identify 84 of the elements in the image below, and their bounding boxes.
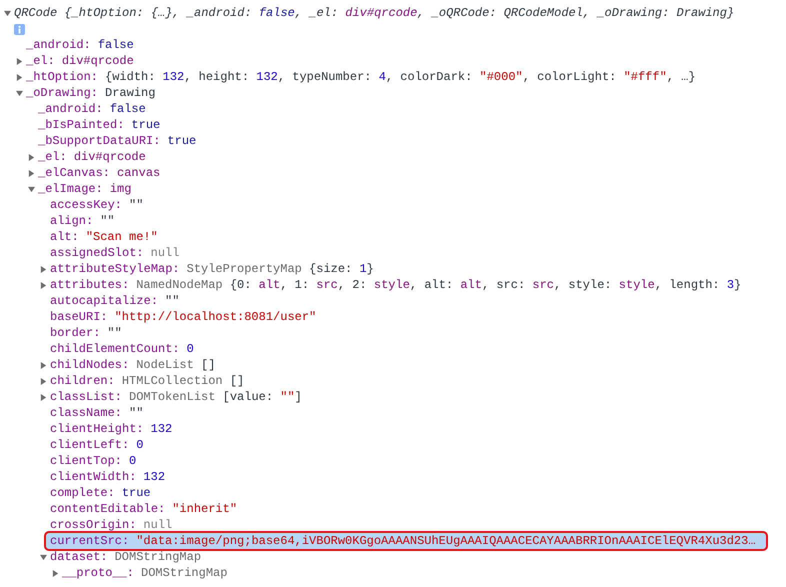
caret-icon[interactable] bbox=[40, 378, 47, 384]
property-value: HTMLCollection [] bbox=[122, 373, 244, 390]
property-value: StylePropertyMap {size: 1} bbox=[186, 261, 374, 278]
property-value: div#qrcode bbox=[62, 53, 134, 70]
property-key: attributeStyleMap: bbox=[50, 260, 180, 278]
property-value: {width: 132, height: 132, typeNumber: 4, colorDark: "#000", colorLight: "#fff", …} bbox=[105, 69, 696, 86]
caret-icon[interactable] bbox=[16, 74, 23, 80]
property-value: NodeList [] bbox=[136, 357, 216, 374]
property-value: true bbox=[122, 485, 151, 502]
property-value: QRCode {_htOption: {…}, _android: false, _el: div#qrcode, _oQRCode: QRCodeModel, _oDrawing: Drawing} bbox=[14, 5, 734, 22]
property-key: clientLeft: bbox=[50, 436, 130, 454]
caret-icon[interactable] bbox=[40, 266, 47, 272]
property-value: NamedNodeMap {0: alt, 1: src, 2: style, alt: alt, src: src, style: style, length: 3} bbox=[136, 277, 742, 294]
property-key: contentEditable: bbox=[50, 500, 166, 518]
property-key: _elCanvas: bbox=[38, 164, 110, 182]
property-value: null bbox=[143, 517, 172, 534]
property-value: true bbox=[131, 117, 160, 134]
property-value: img bbox=[110, 181, 132, 198]
property-value: "data:image/png;base64,iVBORw0KGgoAAAANSUhEUgAAAIQAAACECAYAAABRRIOnAAAICElEQVR4Xu3d23… bbox=[136, 533, 756, 550]
property-value: 0 bbox=[186, 341, 194, 358]
property-value: "inherit" bbox=[172, 501, 238, 518]
property-value: "" bbox=[129, 197, 144, 214]
property-value: "Scan me!" bbox=[86, 229, 158, 246]
caret-icon[interactable] bbox=[28, 186, 35, 192]
property-value: DOMStringMap bbox=[114, 549, 202, 566]
property-key: attributes: bbox=[50, 276, 130, 294]
property-key: align: bbox=[50, 212, 94, 230]
property-key: accessKey: bbox=[50, 196, 122, 214]
property-key: clientTop: bbox=[50, 452, 122, 470]
property-key: currentSrc: bbox=[50, 532, 130, 550]
property-value: true bbox=[167, 133, 196, 150]
property-key: clientHeight: bbox=[50, 420, 144, 438]
property-key: childNodes: bbox=[50, 356, 130, 374]
property-key: _el: bbox=[38, 148, 67, 166]
property-key: autocapitalize: bbox=[50, 292, 158, 310]
selected-row[interactable]: currentSrc: "data:image/png;base64,iVBORw0KGgoAAAANSUhEUgAAAIQAAACECAYAAABRRIOnAAAICElEQVR4Xu3d23… bbox=[44, 531, 768, 551]
property-key: alt: bbox=[50, 228, 79, 246]
property-key: _el: bbox=[26, 52, 55, 70]
property-key: _android: bbox=[26, 36, 91, 54]
property-key: dataset: bbox=[50, 548, 108, 566]
property-value: Drawing bbox=[105, 85, 156, 102]
caret-icon[interactable] bbox=[40, 282, 47, 288]
caret-icon[interactable] bbox=[16, 90, 23, 96]
property-key: _htOption: bbox=[26, 68, 98, 86]
property-value: false bbox=[98, 37, 134, 54]
property-value: div#qrcode bbox=[74, 149, 146, 166]
property-key: clientWidth: bbox=[50, 468, 136, 486]
property-key: classList: bbox=[50, 388, 122, 406]
caret-icon[interactable] bbox=[52, 570, 59, 576]
property-key: __proto__: bbox=[62, 564, 134, 582]
property-key: _android: bbox=[38, 100, 103, 118]
property-value: "http://localhost:8081/user" bbox=[114, 309, 316, 326]
property-key: className: bbox=[50, 404, 122, 422]
caret-icon[interactable] bbox=[40, 394, 47, 400]
property-value: "" bbox=[165, 293, 180, 310]
property-value: "" bbox=[100, 213, 115, 230]
caret-icon[interactable] bbox=[28, 170, 35, 176]
property-key: crossOrigin: bbox=[50, 516, 136, 534]
property-value: canvas bbox=[117, 165, 160, 182]
property-value: false bbox=[110, 101, 146, 118]
property-value: 0 bbox=[129, 453, 136, 470]
property-key: children: bbox=[50, 372, 115, 390]
property-value: "" bbox=[107, 325, 122, 342]
property-key: _bIsPainted: bbox=[38, 116, 124, 134]
property-value: "" bbox=[129, 405, 144, 422]
property-key: childElementCount: bbox=[50, 340, 180, 358]
caret-icon[interactable] bbox=[4, 10, 11, 16]
caret-icon[interactable] bbox=[16, 58, 23, 64]
property-value: 132 bbox=[143, 469, 166, 486]
property-key: complete: bbox=[50, 484, 115, 502]
caret-icon[interactable] bbox=[40, 554, 47, 560]
property-key: assignedSlot: bbox=[50, 244, 144, 262]
property-key: _elImage: bbox=[38, 180, 103, 198]
property-value: 0 bbox=[136, 437, 144, 454]
caret-icon[interactable] bbox=[28, 154, 35, 160]
property-value: DOMTokenList [value: ""] bbox=[129, 389, 302, 406]
property-key: border: bbox=[50, 324, 100, 342]
property-key: _oDrawing: bbox=[26, 84, 98, 102]
property-value: 132 bbox=[150, 421, 172, 438]
property-value: DOMStringMap bbox=[141, 565, 228, 582]
property-key: _bSupportDataURI: bbox=[38, 132, 160, 150]
property-value: null bbox=[150, 245, 180, 262]
caret-icon[interactable] bbox=[40, 362, 47, 368]
property-key: baseURI: bbox=[50, 308, 108, 326]
